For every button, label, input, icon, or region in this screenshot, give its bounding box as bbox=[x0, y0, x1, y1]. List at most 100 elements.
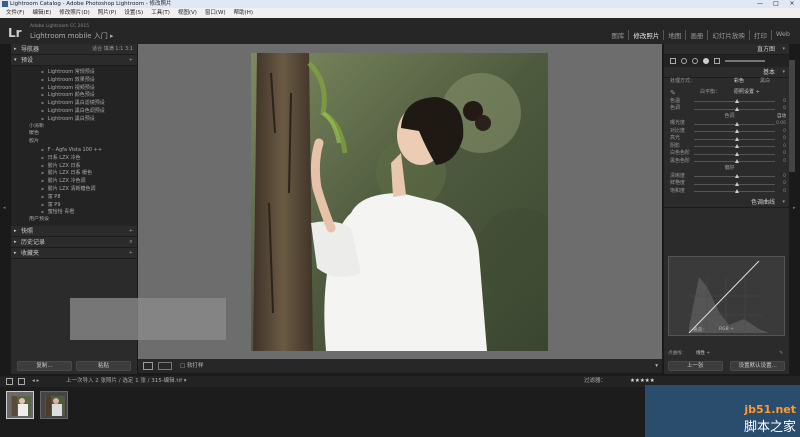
preset-item[interactable]: 胶片 LZX 日系 bbox=[11, 162, 137, 170]
preset-item[interactable]: 用户预设 bbox=[11, 216, 137, 224]
slider-value[interactable]: 0 bbox=[783, 143, 786, 151]
snapshots-header[interactable]: ▸ 快照 + bbox=[11, 226, 137, 237]
red-eye-icon[interactable] bbox=[692, 58, 698, 64]
right-panel-toggle-icon[interactable]: ▸ bbox=[793, 205, 796, 211]
second-window-icon[interactable] bbox=[6, 378, 13, 385]
menu-edit[interactable]: 编辑(E) bbox=[28, 8, 55, 18]
slider-track[interactable] bbox=[694, 129, 775, 133]
thumbnail-2[interactable] bbox=[40, 391, 68, 419]
menu-help[interactable]: 帮助(H) bbox=[230, 8, 257, 18]
module-slideshow[interactable]: 幻灯片放映 bbox=[707, 30, 749, 40]
channel-select[interactable]: RGB ÷ bbox=[719, 327, 734, 332]
slider-value[interactable]: 0 bbox=[783, 180, 786, 188]
preset-item[interactable]: Lightroom 效果预设 bbox=[11, 76, 137, 84]
slider-knob[interactable] bbox=[734, 136, 739, 141]
treatment-bw-option[interactable]: 黑白 bbox=[760, 78, 770, 86]
slider-value[interactable]: 0.00 bbox=[776, 120, 786, 128]
filmstrip-source-info[interactable]: 上一次导入 2 张照片 / 选定 1 张 / 315-编辑.tif ▾ bbox=[66, 376, 187, 387]
slider-value[interactable]: 0 bbox=[783, 135, 786, 143]
reset-button[interactable]: 设置默认设置... bbox=[730, 361, 786, 371]
history-header[interactable]: ▸ 历史记录 × bbox=[11, 237, 137, 248]
grid-view-icon[interactable] bbox=[18, 378, 25, 385]
copy-settings-button[interactable]: 复制... bbox=[17, 361, 72, 371]
slider-knob[interactable] bbox=[734, 174, 739, 178]
maximize-button[interactable]: □ bbox=[768, 0, 784, 8]
thumbnail-1[interactable] bbox=[6, 391, 34, 419]
slider-track[interactable] bbox=[694, 99, 775, 103]
add-preset-icon[interactable]: + bbox=[129, 55, 133, 66]
wb-select[interactable]: 原照设置 ÷ bbox=[734, 86, 760, 98]
tone-curve-header[interactable]: 色调曲线 ▾ bbox=[664, 197, 789, 208]
point-curve-select[interactable]: 线性 ÷ bbox=[696, 349, 710, 358]
preset-item[interactable]: Lightroom 常规预设 bbox=[11, 68, 137, 76]
presets-header[interactable]: ▾ 预设 + bbox=[11, 55, 137, 66]
treatment-color-option[interactable]: 彩色 bbox=[734, 78, 744, 86]
add-collection-icon[interactable]: + bbox=[129, 248, 133, 259]
preset-item[interactable]: Lightroom 视频预设 bbox=[11, 84, 137, 92]
slider-knob[interactable] bbox=[734, 151, 739, 156]
slider-value[interactable]: 0 bbox=[783, 128, 786, 136]
previous-button[interactable]: 上一张 bbox=[667, 361, 723, 371]
preset-item[interactable]: F - Agfa Vista 100 ++ bbox=[11, 146, 137, 154]
preset-item[interactable]: Lightroom 黑白滤镜预设 bbox=[11, 99, 137, 107]
navigator-header[interactable]: ▸ 导航器 适合 填满 1:1 3:1 bbox=[11, 44, 137, 55]
preset-item[interactable]: Lightroom 黑白色调预设 bbox=[11, 107, 137, 115]
slider-knob[interactable] bbox=[734, 144, 739, 148]
module-develop[interactable]: 修改照片 bbox=[628, 30, 663, 40]
module-library[interactable]: 图库 bbox=[607, 30, 628, 40]
preset-item[interactable]: 胶片 LZX 日系 暖色 bbox=[11, 169, 137, 177]
preset-item[interactable]: 日系 LZX 冷色 bbox=[11, 154, 137, 162]
slider-value[interactable]: 0 bbox=[783, 158, 786, 166]
spot-removal-icon[interactable] bbox=[681, 58, 687, 64]
clear-history-icon[interactable]: × bbox=[129, 237, 133, 248]
menu-window[interactable]: 窗口(W) bbox=[201, 8, 230, 18]
slider-track[interactable] bbox=[694, 144, 775, 148]
slider-track[interactable] bbox=[694, 121, 775, 126]
menu-file[interactable]: 文件(F) bbox=[2, 8, 28, 18]
photo-preview[interactable] bbox=[251, 53, 548, 351]
crop-tool-icon[interactable] bbox=[670, 58, 676, 64]
slider-knob[interactable] bbox=[734, 189, 739, 193]
preset-item[interactable]: 胶片 bbox=[11, 138, 137, 146]
loupe-view-icon[interactable] bbox=[143, 362, 153, 370]
before-after-icon[interactable] bbox=[158, 362, 172, 370]
slider-value[interactable]: 0 bbox=[783, 173, 786, 181]
histogram-header[interactable]: 直方图 ▾ bbox=[664, 44, 789, 55]
zoom-options[interactable]: 适合 填满 1:1 3:1 bbox=[92, 44, 133, 55]
slider-knob[interactable] bbox=[734, 121, 739, 126]
tone-curve-graph[interactable]: 通道： RGB ÷ bbox=[668, 256, 785, 336]
collections-header[interactable]: ▸ 收藏夹 + bbox=[11, 248, 137, 259]
left-panel-toggle-icon[interactable]: ◂ bbox=[3, 205, 6, 211]
toolbar-menu-icon[interactable]: ▾ bbox=[655, 359, 658, 373]
slider-knob[interactable] bbox=[734, 159, 739, 163]
preset-item[interactable]: 胶片 LZX 冷色调 bbox=[11, 177, 137, 185]
preset-item[interactable]: 富 P9 bbox=[11, 201, 137, 209]
menu-view[interactable]: 视图(V) bbox=[174, 8, 201, 18]
slider-track[interactable] bbox=[694, 136, 775, 141]
tone-auto-button[interactable]: 自动 bbox=[777, 113, 786, 121]
module-print[interactable]: 打印 bbox=[748, 30, 771, 40]
minimize-button[interactable]: — bbox=[752, 0, 768, 8]
basic-header[interactable]: 基本 ▾ bbox=[664, 67, 789, 78]
paste-settings-button[interactable]: 粘贴 bbox=[76, 361, 131, 371]
slider-knob[interactable] bbox=[734, 106, 739, 111]
soft-proof-label[interactable]: □ 软打样 bbox=[180, 359, 203, 373]
slider-knob[interactable] bbox=[734, 129, 739, 133]
module-book[interactable]: 画册 bbox=[685, 30, 707, 40]
graduated-filter-icon[interactable] bbox=[703, 58, 709, 64]
lightroom-mobile-link[interactable]: Lightroom mobile 入门 ▸ bbox=[30, 31, 114, 41]
slider-track[interactable] bbox=[694, 159, 775, 163]
add-snapshot-icon[interactable]: + bbox=[129, 226, 133, 237]
slider-track[interactable] bbox=[694, 189, 775, 193]
menu-tools[interactable]: 工具(T) bbox=[147, 8, 174, 18]
preset-item[interactable]: 胶片 LZX 清新糖色调 bbox=[11, 185, 137, 193]
radial-filter-icon[interactable] bbox=[714, 58, 720, 64]
menu-develop[interactable]: 修改照片(D) bbox=[55, 8, 94, 18]
slider-knob[interactable] bbox=[734, 99, 739, 103]
nav-arrows-icon[interactable]: ◂ ▸ bbox=[32, 376, 39, 387]
slider-value[interactable]: 0 bbox=[783, 150, 786, 158]
slider-track[interactable] bbox=[694, 174, 775, 178]
slider-value[interactable]: 0 bbox=[783, 188, 786, 196]
curve-edit-icon[interactable]: ✎ bbox=[779, 349, 783, 358]
preset-item[interactable]: 暖色 bbox=[11, 130, 137, 138]
